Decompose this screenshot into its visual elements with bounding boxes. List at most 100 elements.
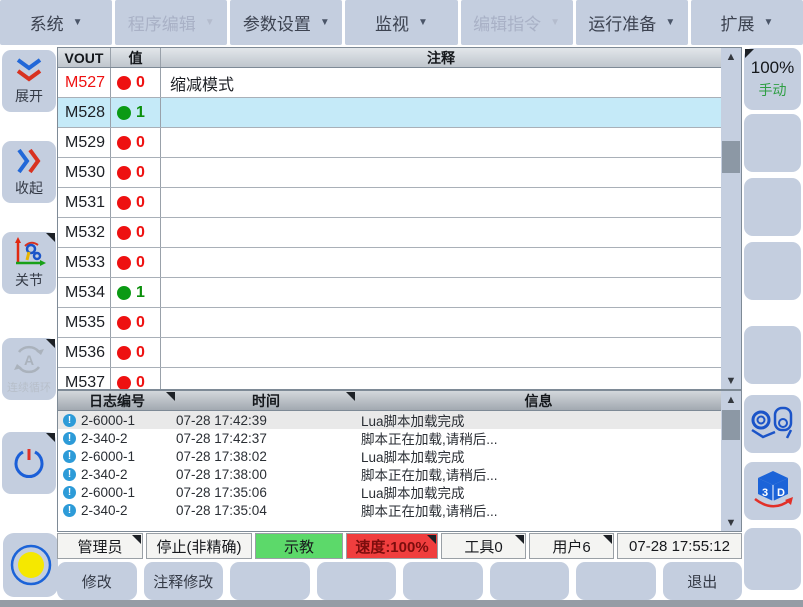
state-dot bbox=[117, 196, 131, 210]
menu-run-prepare-label: 运行准备 bbox=[588, 10, 656, 35]
state-dot bbox=[117, 286, 131, 300]
servo-enable-icon bbox=[9, 543, 53, 587]
scroll-up-icon[interactable]: ▲ bbox=[721, 48, 741, 65]
io-row-m537[interactable]: M537 0 bbox=[58, 368, 741, 390]
joint-coordinate-button[interactable]: 关节 bbox=[2, 232, 56, 294]
state-dot bbox=[117, 346, 131, 360]
log-row[interactable]: ! 2-340-2 07-28 17:35:04 脚本正在加载,请稍后... bbox=[58, 501, 741, 519]
io-row-m530[interactable]: M530 0 bbox=[58, 158, 741, 188]
collapse-button[interactable]: 收起 bbox=[2, 141, 56, 203]
status-teach-mode: 示教 bbox=[255, 533, 343, 559]
speed-mode-button[interactable]: 100% 手动 bbox=[744, 48, 801, 110]
io-row-m535[interactable]: M535 0 bbox=[58, 308, 741, 338]
scrollbar-thumb[interactable] bbox=[722, 141, 740, 173]
collapse-label: 收起 bbox=[15, 178, 43, 198]
state-dot bbox=[117, 316, 131, 330]
status-datetime: 07-28 17:55:12 bbox=[617, 533, 742, 559]
io-table-header: VOUT 值 注释 bbox=[58, 48, 741, 68]
log-col-message-header: 信息 bbox=[356, 391, 721, 410]
scroll-down-icon[interactable]: ▼ bbox=[721, 372, 741, 389]
right-key-8[interactable] bbox=[744, 528, 801, 590]
io-row-m529[interactable]: M529 0 bbox=[58, 128, 741, 158]
state-dot bbox=[117, 226, 131, 240]
scroll-up-icon[interactable]: ▲ bbox=[721, 391, 741, 408]
function-key-6[interactable] bbox=[490, 562, 570, 600]
manual-mode-label: 手动 bbox=[759, 80, 787, 100]
right-key-3[interactable] bbox=[744, 178, 801, 236]
io-row-m533[interactable]: M533 0 bbox=[58, 248, 741, 278]
menu-monitor-label: 监视 bbox=[375, 10, 409, 35]
status-speed[interactable]: 速度:100% bbox=[346, 533, 438, 559]
io-row-m528[interactable]: M528 1 bbox=[58, 98, 741, 128]
status-tool-frame[interactable]: 工具0 bbox=[441, 533, 526, 559]
info-icon: ! bbox=[63, 504, 76, 517]
robot-axes-icon bbox=[11, 236, 47, 268]
io-row-m534[interactable]: M534 1 bbox=[58, 278, 741, 308]
log-table-scrollbar[interactable]: ▲ ▼ bbox=[721, 391, 741, 531]
scroll-down-icon[interactable]: ▼ bbox=[721, 514, 741, 531]
log-row[interactable]: ! 2-340-2 07-28 17:42:37 脚本正在加载,请稍后... bbox=[58, 429, 741, 447]
io-table-scrollbar[interactable]: ▲ ▼ bbox=[721, 48, 741, 389]
exit-button[interactable]: 退出 bbox=[663, 562, 743, 600]
status-user-frame[interactable]: 用户6 bbox=[529, 533, 614, 559]
double-chevron-down-icon bbox=[12, 56, 46, 84]
svg-text:D: D bbox=[777, 487, 785, 499]
svg-text:A: A bbox=[24, 352, 34, 368]
io-row-m531[interactable]: M531 0 bbox=[58, 188, 741, 218]
function-key-3[interactable] bbox=[230, 562, 310, 600]
io-table-body: M527 0 缩减模式 M528 1 M529 0 M530 0 M531 0 bbox=[58, 68, 741, 390]
menu-extend[interactable]: 扩展 ▼ bbox=[691, 0, 803, 45]
function-key-7[interactable] bbox=[576, 562, 656, 600]
right-key-4[interactable] bbox=[744, 242, 801, 300]
menu-parameter-settings[interactable]: 参数设置 ▼ bbox=[230, 0, 342, 45]
chevron-down-icon: ▼ bbox=[418, 17, 428, 28]
expand-button[interactable]: 展开 bbox=[2, 50, 56, 112]
pendant-jog-button[interactable] bbox=[744, 395, 801, 453]
log-row[interactable]: ! 2-6000-1 07-28 17:35:06 Lua脚本加载完成 bbox=[58, 483, 741, 501]
menu-parameter-settings-label: 参数设置 bbox=[243, 10, 311, 35]
comment-modify-button[interactable]: 注释修改 bbox=[144, 562, 224, 600]
menu-program-edit: 程序编辑 ▼ bbox=[115, 0, 227, 45]
menu-edit-command: 编辑指令 ▼ bbox=[461, 0, 573, 45]
log-row[interactable]: ! 2-340-2 07-28 17:38:00 脚本正在加载,请稍后... bbox=[58, 465, 741, 483]
right-key-2[interactable] bbox=[744, 114, 801, 172]
bottom-edge-strip bbox=[0, 600, 803, 607]
function-key-4[interactable] bbox=[317, 562, 397, 600]
scrollbar-thumb[interactable] bbox=[722, 410, 740, 440]
status-run-state: 停止(非精确) bbox=[146, 533, 252, 559]
menu-system[interactable]: 系统 ▼ bbox=[0, 0, 112, 45]
io-row-m532[interactable]: M532 0 bbox=[58, 218, 741, 248]
bottom-function-bar: 修改 注释修改 退出 bbox=[57, 562, 742, 600]
log-table-body: ! 2-6000-1 07-28 17:42:39 Lua脚本加载完成 ! 2-… bbox=[58, 411, 741, 531]
function-key-5[interactable] bbox=[403, 562, 483, 600]
auto-cycle-icon: A bbox=[11, 343, 47, 377]
servo-enable-button[interactable] bbox=[3, 533, 58, 597]
menu-program-edit-label: 程序编辑 bbox=[128, 10, 196, 35]
info-icon: ! bbox=[63, 486, 76, 499]
io-table: VOUT 值 注释 M527 0 缩减模式 M528 1 M529 0 M530… bbox=[57, 47, 742, 390]
io-col-value-header: 值 bbox=[111, 48, 161, 67]
top-menu-bar: 系统 ▼ 程序编辑 ▼ 参数设置 ▼ 监视 ▼ 编辑指令 ▼ 运行准备 ▼ 扩展… bbox=[0, 0, 803, 45]
chevron-down-icon: ▼ bbox=[550, 17, 560, 28]
menu-monitor[interactable]: 监视 ▼ bbox=[345, 0, 457, 45]
continuous-cycle-button[interactable]: A 连续循环 bbox=[2, 338, 56, 400]
cycle-label: 连续循环 bbox=[7, 379, 51, 395]
io-row-m527[interactable]: M527 0 缩减模式 bbox=[58, 68, 741, 98]
log-table-header: 日志编号 时间 信息 bbox=[58, 391, 741, 411]
chevron-down-icon: ▼ bbox=[73, 17, 83, 28]
io-row-m536[interactable]: M536 0 bbox=[58, 338, 741, 368]
log-row[interactable]: ! 2-6000-1 07-28 17:42:39 Lua脚本加载完成 bbox=[58, 411, 741, 429]
menu-run-prepare[interactable]: 运行准备 ▼ bbox=[576, 0, 688, 45]
power-button[interactable] bbox=[2, 432, 56, 494]
expand-label: 展开 bbox=[15, 86, 43, 106]
menu-edit-command-label: 编辑指令 bbox=[473, 10, 541, 35]
status-bar: 管理员 停止(非精确) 示教 速度:100% 工具0 用户6 07-28 17:… bbox=[57, 533, 742, 559]
status-user-level[interactable]: 管理员 bbox=[57, 533, 143, 559]
info-icon: ! bbox=[63, 432, 76, 445]
io-col-comment-header: 注释 bbox=[161, 48, 721, 67]
state-dot bbox=[117, 106, 131, 120]
right-key-5[interactable] bbox=[744, 326, 801, 384]
view-3d-button[interactable]: 3 D bbox=[744, 462, 801, 520]
modify-button[interactable]: 修改 bbox=[57, 562, 137, 600]
log-row[interactable]: ! 2-6000-1 07-28 17:38:02 Lua脚本加载完成 bbox=[58, 447, 741, 465]
